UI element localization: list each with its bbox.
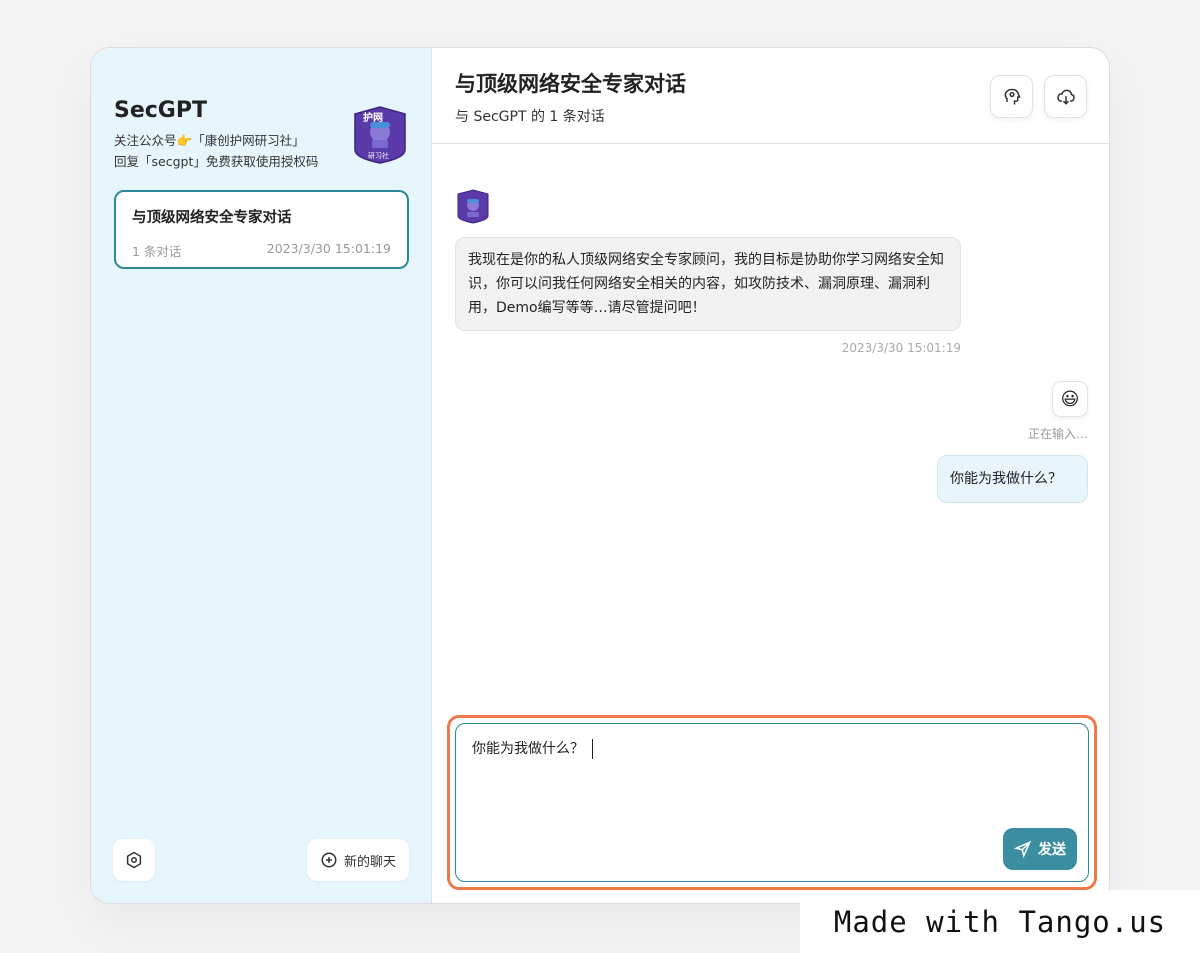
download-button[interactable] <box>1044 75 1087 118</box>
brain-icon <box>1004 88 1021 104</box>
tango-watermark: Made with Tango.us <box>800 890 1200 953</box>
smiley-icon: 😃 <box>1060 388 1080 410</box>
bot-avatar <box>457 189 489 224</box>
brand-subtitle-line1: 关注公众号👉「康创护网研习社」 <box>114 133 305 148</box>
app-window: SecGPT 关注公众号👉「康创护网研习社」 回复「secgpt」免费获取使用授… <box>90 47 1110 904</box>
chat-main: 与顶级网络安全专家对话 与 SecGPT 的 1 条对话 我现在是你的私人顶级网… <box>432 48 1109 903</box>
chat-item-count: 1 条对话 <box>132 244 182 259</box>
message-input[interactable]: 你能为我做什么？ <box>455 723 1089 882</box>
prompt-brain-button[interactable] <box>990 75 1033 118</box>
user-message: 你能为我做什么？ <box>937 455 1088 503</box>
settings-button[interactable] <box>113 839 155 881</box>
send-button[interactable]: 发送 <box>1003 828 1077 870</box>
brand-subtitle-line2: 回复「secgpt」免费获取使用授权码 <box>114 154 319 169</box>
new-chat-label: 新的聊天 <box>343 854 396 870</box>
add-circle-icon <box>321 852 337 868</box>
logo-text-bottom: 研习社 <box>368 151 389 160</box>
bot-message: 我现在是你的私人顶级网络安全专家顾问，我的目标是协助你学习网络安全知识，你可以问… <box>455 237 961 331</box>
send-icon <box>1014 840 1032 858</box>
message-input-value: 你能为我做什么？ <box>472 741 584 757</box>
bot-message-time: 2023/3/30 15:01:19 <box>841 341 961 355</box>
chat-header: 与顶级网络安全专家对话 与 SecGPT 的 1 条对话 <box>432 48 1109 144</box>
chat-title: 与顶级网络安全专家对话 <box>455 72 686 96</box>
brand-subtitle: 关注公众号👉「康创护网研习社」 回复「secgpt」免费获取使用授权码 <box>114 130 318 172</box>
chat-item-meta: 1 条对话 2023/3/30 15:01:19 <box>132 241 391 260</box>
text-caret <box>592 739 593 759</box>
cloud-download-icon <box>1056 89 1075 105</box>
logo-text-top: 护网 <box>363 111 383 124</box>
chat-list-item[interactable]: 与顶级网络安全专家对话 1 条对话 2023/3/30 15:01:19 <box>114 190 409 269</box>
new-chat-button[interactable]: 新的聊天 <box>307 839 409 881</box>
brand-title: SecGPT <box>114 98 207 123</box>
brand-logo: 护网 研习社 <box>354 106 406 164</box>
typing-status: 正在输入… <box>1027 427 1088 441</box>
chat-subtitle: 与 SecGPT 的 1 条对话 <box>455 109 605 125</box>
chat-item-time: 2023/3/30 15:01:19 <box>266 241 391 256</box>
sidebar: SecGPT 关注公众号👉「康创护网研习社」 回复「secgpt」免费获取使用授… <box>91 48 432 903</box>
send-label: 发送 <box>1038 842 1066 858</box>
gear-icon <box>126 851 142 869</box>
chat-item-title: 与顶级网络安全专家对话 <box>132 210 292 226</box>
user-avatar[interactable]: 😃 <box>1052 381 1088 417</box>
